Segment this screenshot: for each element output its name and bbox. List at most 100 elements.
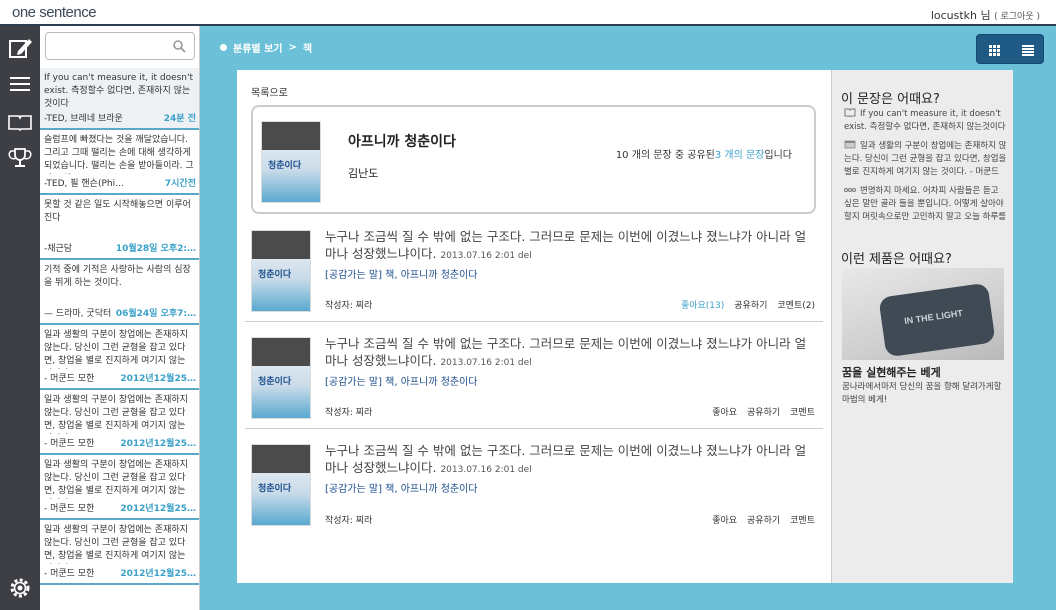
top-bar: one sentence locustkh 님 ( 로그아웃 ) (0, 0, 1056, 26)
gear-icon[interactable] (6, 574, 34, 602)
post-actions: 좋아요 공유하기 코멘트 (712, 405, 815, 418)
product-name[interactable]: 꿈을 실현해주는 베게 (842, 364, 941, 380)
feed-item[interactable]: 일과 생활의 구분이 창업에는 존재하지 않는다. 당신이 그런 균형을 잡고 … (40, 455, 199, 520)
post-tag[interactable]: [공감가는 말] 책, 아프니까 청춘이다 (325, 480, 478, 495)
feed-item-time: 2012년12월25… (120, 374, 196, 384)
write-icon[interactable] (6, 34, 34, 62)
share-button[interactable]: 공유하기 (747, 405, 780, 418)
post-tag[interactable]: [공감가는 말] 책, 아프니까 청춘이다 (325, 373, 478, 388)
book-stats-prefix: 10 개의 문장 중 공유된 (615, 150, 715, 161)
book-stats: 10 개의 문장 중 공유된3 개의 문장입니다 (616, 146, 792, 161)
feed-item[interactable]: 일과 생활의 구분이 창업에는 존재하지 않는다. 당신이 그런 균형을 잡고 … (40, 520, 199, 585)
feed-item-time: 24분 전 (163, 114, 196, 124)
feed-item-time: 06월24일 오후7:… (115, 309, 196, 319)
breadcrumb-category[interactable]: 분류별 보기 (233, 40, 282, 55)
feed-item-time: 7시간전 (164, 179, 196, 189)
sentence-recommend-heading: 이 문장은 어때요? (841, 92, 940, 107)
sentence-post: 청춘이다 누구나 조금씩 질 수 밖에 없는 구조다. 그러므로 문제는 이번에… (245, 432, 823, 536)
post-author: 작성자: 찌라 (325, 301, 373, 311)
list-view-icon[interactable] (1021, 43, 1035, 57)
feed-item[interactable]: 슬럼프에 빠졌다는 것을 깨달았습니다. 그리고 그때 떨리는 손에 대해 생각… (40, 130, 199, 195)
book-cover-title: 청춘이다 (258, 484, 292, 494)
logout-link[interactable]: ( 로그아웃 ) (994, 12, 1040, 22)
feed-item-text: 못할 것 같은 일도 시작해놓으면 이루어진다 (44, 200, 191, 223)
view-toggle (976, 34, 1044, 64)
sentence-post: 청춘이다 누구나 조금씩 질 수 밖에 없는 구조다. 그러므로 문제는 이번에… (245, 218, 823, 322)
sentence-post: 청춘이다 누구나 조금씩 질 수 밖에 없는 구조다. 그러므로 문제는 이번에… (245, 325, 823, 429)
grid-view-icon[interactable] (987, 43, 1001, 57)
icon-rail (0, 26, 40, 610)
feed-item[interactable]: 기적 중에 기적은 사랑하는 사람의 심장을 뛰게 하는 것이다. — 드라마,… (40, 260, 199, 325)
share-button[interactable]: 공유하기 (747, 513, 780, 526)
like-button[interactable]: 좋아요 (712, 513, 737, 526)
feed-list: If you can't measure it, it doesn't exis… (40, 68, 199, 585)
feed-item-author: - 머쿤드 모한 (44, 504, 95, 514)
post-author: 작성자: 찌라 (325, 408, 373, 418)
feed-item-time: 2012년12월25… (120, 504, 196, 514)
book-cover-image: 청춘이다 (251, 337, 311, 419)
feed-item-text: 일과 생활의 구분이 창업에는 존재하지 않는다. 당신이 그런 균형을 잡고 … (44, 330, 188, 366)
feed-item[interactable]: If you can't measure it, it doesn't exis… (40, 68, 199, 130)
feed-item-text: If you can't measure it, it doesn't exis… (44, 73, 194, 109)
post-date: 2013.07.16 2:01 del (440, 251, 532, 261)
search-input[interactable] (46, 33, 166, 59)
back-to-list-link[interactable]: 목록으로 (251, 84, 288, 99)
feed-item-author: -TED, 필 핸슨(Phi… (44, 179, 125, 189)
book-cover-title: 청춘이다 (258, 377, 292, 387)
post-author: 작성자: 찌라 (325, 516, 373, 526)
search-icon[interactable] (172, 39, 186, 53)
shared-count-link[interactable]: 3 개의 문장 (715, 150, 765, 161)
recommended-sentence[interactable]: 일과 생활의 구분이 창업에는 존재하지 않는다. 당신이 그런 균형을 잡고 … (844, 140, 1008, 180)
main-area: 분류별 보기 > 책 목록으로 청춘이다 아프니까 청춘이다 김난도 10 개의… (200, 26, 1056, 610)
user-area: locustkh 님 ( 로그아웃 ) (931, 7, 1040, 23)
post-actions: 좋아요(13) 공유하기 코멘트(2) (681, 298, 815, 311)
breadcrumb: 분류별 보기 > 책 (220, 40, 312, 55)
book-cover-image: 청춘이다 (261, 121, 321, 203)
feed-item-time: 10월28일 오후2:… (115, 244, 196, 254)
feed-item-author: - 머쿤드 모한 (44, 569, 95, 579)
book-author: 김난도 (348, 167, 379, 180)
comment-button[interactable]: 코멘트 (790, 405, 815, 418)
sentence-feed: If you can't measure it, it doesn't exis… (40, 26, 200, 610)
feed-item-text: 기적 중에 기적은 사랑하는 사람의 심장을 뛰게 하는 것이다. (44, 265, 191, 288)
recommended-sentence-text: If you can't measure it, it doesn't exis… (844, 109, 1006, 132)
feed-item-author: - 머쿤드 모한 (44, 439, 95, 449)
search-box (45, 32, 195, 60)
book-cover-title: 청춘이다 (258, 270, 292, 280)
feed-item-text: 슬럼프에 빠졌다는 것을 깨달았습니다. 그리고 그때 떨리는 손에 대해 생각… (44, 135, 194, 171)
feed-item-text: 일과 생활의 구분이 창업에는 존재하지 않는다. 당신이 그런 균형을 잡고 … (44, 460, 188, 496)
menu-icon[interactable] (6, 70, 34, 98)
feed-item-time: 2012년12월25… (120, 439, 196, 449)
comment-button[interactable]: 코멘트(2) (777, 298, 815, 311)
trophy-icon[interactable] (6, 144, 34, 172)
book-icon (844, 108, 856, 117)
username: locustkh 님 (930, 9, 991, 22)
recommended-sentence[interactable]: If you can't measure it, it doesn't exis… (844, 108, 1008, 135)
app-logo[interactable]: one sentence (12, 4, 97, 21)
post-text: 누구나 조금씩 질 수 밖에 없는 구조다. 그러므로 문제는 이번에 이겼느냐… (325, 335, 815, 372)
ellipsis-icon (844, 188, 856, 192)
book-cover-image: 청춘이다 (251, 444, 311, 526)
recommendation-panel: 이 문장은 어때요? If you can't measure it, it d… (831, 70, 1013, 583)
post-date: 2013.07.16 2:01 del (440, 465, 532, 475)
book-icon[interactable] (6, 108, 34, 136)
breadcrumb-current[interactable]: 책 (303, 40, 312, 55)
recommended-sentence-text: 일과 생활의 구분이 창업에는 존재하지 않는다. 당신이 그런 균형을 잡고 … (844, 141, 1007, 177)
breadcrumb-separator: > (288, 42, 297, 53)
bullet-icon (220, 44, 227, 51)
comment-button[interactable]: 코멘트 (790, 513, 815, 526)
feed-item[interactable]: 일과 생활의 구분이 창업에는 존재하지 않는다. 당신이 그런 균형을 잡고 … (40, 390, 199, 455)
like-button[interactable]: 좋아요 (712, 405, 737, 418)
feed-item-author: — 드라마, 굿닥터 (44, 309, 112, 319)
feed-item-author: - 머쿤드 모한 (44, 374, 95, 384)
like-button[interactable]: 좋아요(13) (681, 298, 724, 311)
recommended-sentence[interactable]: 변명하지 마세요. 어차피 사람들은 듣고 싶은 말만 골라 들을 뿐입니다. … (844, 185, 1008, 225)
product-recommend-heading: 이런 제품은 어때요? (841, 252, 952, 267)
book-title: 아프니까 청춘이다 (348, 134, 456, 150)
share-button[interactable]: 공유하기 (734, 298, 767, 311)
post-sentence: 누구나 조금씩 질 수 밖에 없는 구조다. 그러므로 문제는 이번에 이겼느냐… (325, 336, 807, 368)
feed-item[interactable]: 일과 생활의 구분이 창업에는 존재하지 않는다. 당신이 그런 균형을 잡고 … (40, 325, 199, 390)
feed-item[interactable]: 못할 것 같은 일도 시작해놓으면 이루어진다 -채근담 10월28일 오후2:… (40, 195, 199, 260)
post-tag[interactable]: [공감가는 말] 책, 아프니까 청춘이다 (325, 266, 478, 281)
product-image[interactable]: IN THE LIGHT (842, 268, 1004, 360)
